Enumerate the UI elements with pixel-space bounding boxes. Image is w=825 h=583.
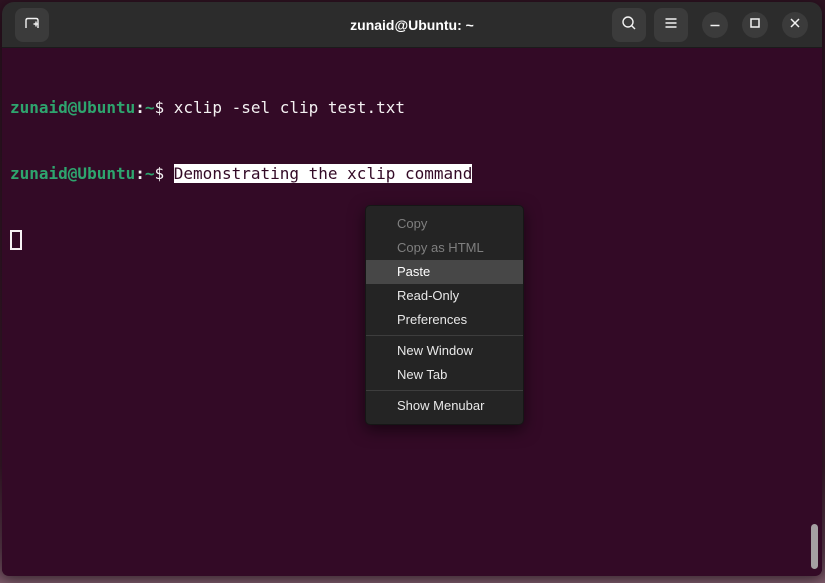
maximize-icon <box>748 16 762 33</box>
prompt-directory: ~ <box>145 164 155 183</box>
menu-item-preferences[interactable]: Preferences <box>366 308 523 332</box>
menu-item-read-only[interactable]: Read-Only <box>366 284 523 308</box>
search-icon <box>620 14 638 35</box>
close-icon <box>788 16 802 33</box>
prompt-symbol: $ <box>155 164 174 183</box>
prompt-symbol: $ <box>155 98 174 117</box>
menu-button[interactable] <box>654 8 688 42</box>
prompt-directory: ~ <box>145 98 155 117</box>
new-tab-button[interactable] <box>15 8 49 42</box>
menu-item-new-tab[interactable]: New Tab <box>366 363 523 387</box>
terminal-cursor <box>10 230 22 250</box>
prompt-colon: : <box>135 98 145 117</box>
scrollbar-thumb[interactable] <box>811 524 818 569</box>
minimize-icon <box>708 16 722 33</box>
terminal-line-1: zunaid@Ubuntu:~$ xclip -sel clip test.tx… <box>10 97 814 119</box>
close-button[interactable] <box>782 12 808 38</box>
command-text: xclip -sel clip test.txt <box>174 98 405 117</box>
selected-command-text: Demonstrating the xclip command <box>174 164 473 183</box>
prompt-colon: : <box>135 164 145 183</box>
menu-item-paste[interactable]: Paste <box>366 260 523 284</box>
desktop-background: zunaid@Ubuntu: ~ <box>0 0 825 583</box>
menu-item-show-menubar[interactable]: Show Menubar <box>366 394 523 418</box>
menu-item-new-window[interactable]: New Window <box>366 339 523 363</box>
menu-separator <box>366 335 523 336</box>
menu-item-copy-as-html: Copy as HTML <box>366 236 523 260</box>
terminal-line-2: zunaid@Ubuntu:~$ Demonstrating the xclip… <box>10 163 814 185</box>
context-menu: Copy Copy as HTML Paste Read-Only Prefer… <box>365 205 524 425</box>
hamburger-menu-icon <box>662 14 680 35</box>
maximize-button[interactable] <box>742 12 768 38</box>
titlebar-controls <box>604 8 808 42</box>
search-button[interactable] <box>612 8 646 42</box>
menu-separator <box>366 390 523 391</box>
prompt-user-host: zunaid@Ubuntu <box>10 164 135 183</box>
titlebar: zunaid@Ubuntu: ~ <box>2 2 822 48</box>
prompt-user-host: zunaid@Ubuntu <box>10 98 135 117</box>
minimize-button[interactable] <box>702 12 728 38</box>
terminal-window: zunaid@Ubuntu: ~ <box>2 2 822 576</box>
new-tab-icon <box>22 13 42 36</box>
menu-item-copy: Copy <box>366 212 523 236</box>
